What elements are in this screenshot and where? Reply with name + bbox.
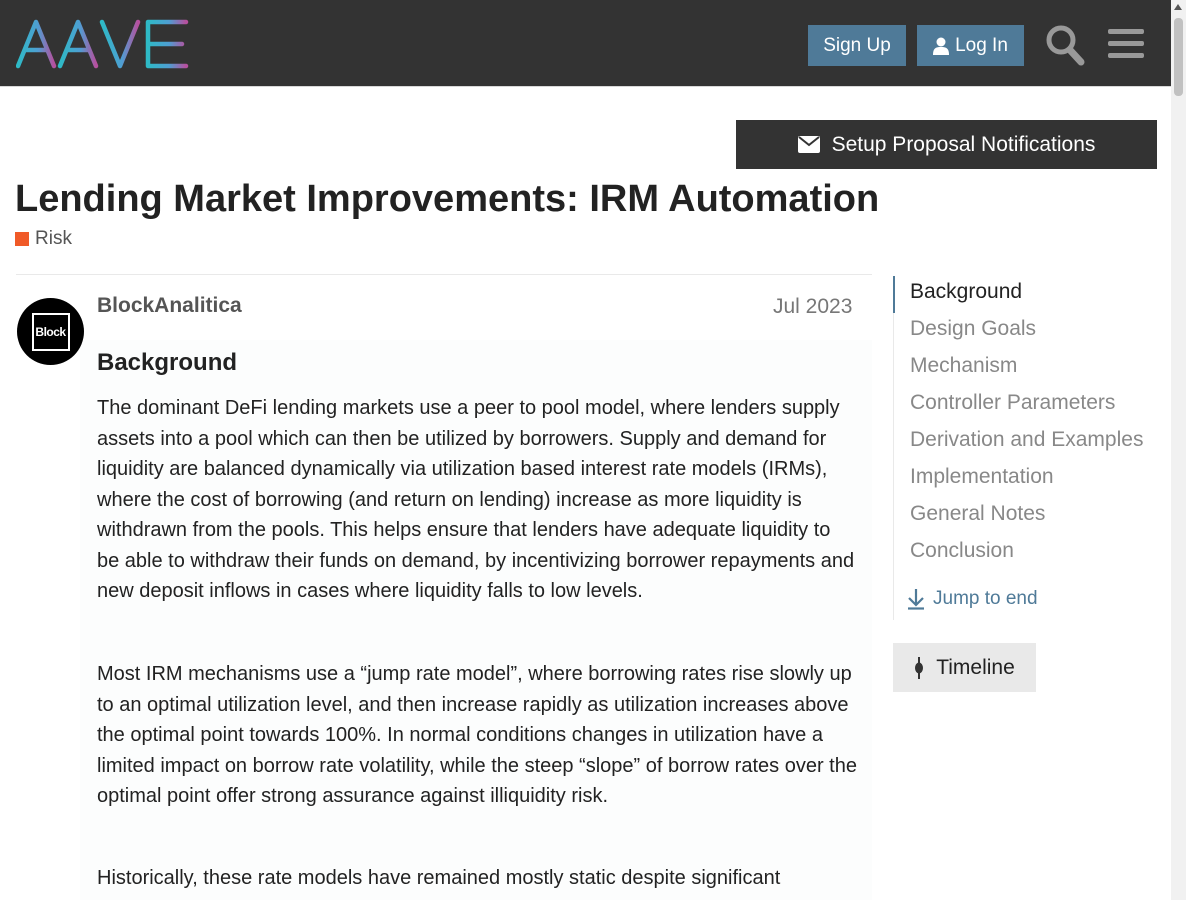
- toc-item-general-notes[interactable]: General Notes: [910, 502, 1045, 526]
- log-in-label: Log In: [955, 34, 1008, 56]
- toc-item-background[interactable]: Background: [910, 280, 1022, 304]
- jump-to-end-label: Jump to end: [933, 588, 1038, 609]
- timeline-button[interactable]: Timeline: [893, 643, 1036, 692]
- category-badge[interactable]: Risk: [15, 228, 72, 250]
- scroll-up-arrow-icon[interactable]: [1174, 4, 1182, 10]
- post-paragraph: Most IRM mechanisms use a “jump rate mod…: [97, 663, 857, 807]
- post-date[interactable]: Jul 2023: [773, 295, 852, 319]
- user-icon: [933, 37, 950, 55]
- avatar-logo-text: Block: [31, 312, 70, 351]
- divider: [16, 274, 872, 275]
- aave-logo[interactable]: [16, 18, 190, 70]
- sign-up-button[interactable]: Sign Up: [808, 25, 906, 66]
- post-paragraph: Historically, these rate models have rem…: [97, 867, 781, 889]
- post-paragraph: The dominant DeFi lending markets use a …: [97, 397, 855, 602]
- jump-to-end-link[interactable]: Jump to end: [907, 588, 1038, 610]
- setup-notifications-label: Setup Proposal Notifications: [831, 132, 1096, 156]
- post-author[interactable]: BlockAnalitica: [97, 294, 242, 318]
- toc-active-indicator: [893, 276, 895, 313]
- hamburger-menu-icon[interactable]: [1108, 26, 1144, 62]
- toc-item-derivation-and-examples[interactable]: Derivation and Examples: [910, 428, 1143, 452]
- setup-notifications-button[interactable]: Setup Proposal Notifications: [736, 120, 1157, 169]
- log-in-button[interactable]: Log In: [917, 25, 1024, 66]
- toc-item-conclusion[interactable]: Conclusion: [910, 539, 1014, 563]
- toc-item-controller-parameters[interactable]: Controller Parameters: [910, 391, 1115, 415]
- page-scrollbar[interactable]: [1171, 0, 1186, 900]
- toc-track: [893, 276, 894, 620]
- category-color-swatch: [15, 232, 29, 246]
- timeline-icon: [915, 656, 924, 679]
- search-icon[interactable]: [1045, 22, 1085, 66]
- toc-item-mechanism[interactable]: Mechanism: [910, 354, 1017, 378]
- post-section-heading: Background: [97, 349, 238, 376]
- timeline-label: Timeline: [936, 655, 1015, 679]
- topic-title[interactable]: Lending Market Improvements: IRM Automat…: [15, 178, 879, 221]
- site-header: Sign Up Log In: [0, 0, 1171, 87]
- arrow-down-to-line-icon: [908, 589, 924, 610]
- toc-item-implementation[interactable]: Implementation: [910, 465, 1054, 489]
- toc-item-design-goals[interactable]: Design Goals: [910, 317, 1036, 341]
- envelope-icon: [797, 136, 820, 153]
- scrollbar-thumb[interactable]: [1174, 18, 1183, 96]
- avatar[interactable]: Block: [17, 298, 84, 365]
- category-label: Risk: [35, 228, 72, 249]
